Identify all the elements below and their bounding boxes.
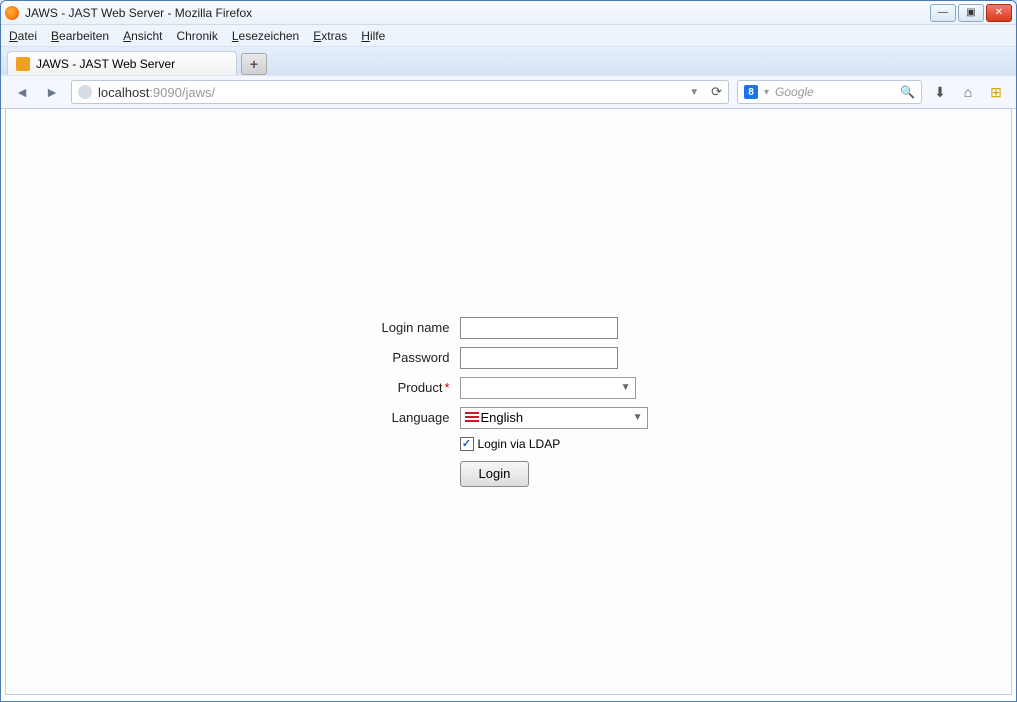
language-label: Language (370, 410, 450, 425)
search-engine-icon[interactable]: 8 (744, 85, 758, 99)
tabstrip: JAWS - JAST Web Server + (1, 47, 1016, 75)
firefox-icon (5, 6, 19, 20)
search-engine-dropdown-icon[interactable]: ▾ (764, 87, 769, 98)
new-tab-button[interactable]: + (241, 53, 267, 75)
search-bar[interactable]: 8 ▾ Google 🔍 (737, 80, 922, 104)
menu-hilfe[interactable]: Hilfe (361, 29, 385, 43)
url-text: localhost:9090/jaws/ (98, 85, 679, 100)
login-button[interactable]: Login (460, 461, 530, 487)
ldap-checkbox[interactable]: ✓ (460, 437, 474, 451)
window-controls: — ▣ ✕ (930, 4, 1012, 22)
chevron-down-icon: ▼ (633, 412, 643, 423)
back-button[interactable]: ◄ (11, 81, 33, 103)
menu-ansicht[interactable]: Ansicht (123, 29, 162, 43)
addon-button[interactable]: ⊞ (986, 82, 1006, 102)
tab-favicon (16, 57, 30, 71)
url-bar[interactable]: localhost:9090/jaws/ ▼ ⟳ (71, 80, 729, 104)
login-name-input[interactable] (460, 317, 618, 339)
password-label: Password (370, 350, 450, 365)
page-content: Login name Password Product* ▼ Language … (5, 109, 1012, 695)
navbar: ◄ ► localhost:9090/jaws/ ▼ ⟳ 8 ▾ Google … (1, 75, 1016, 109)
browser-window: JAWS - JAST Web Server - Mozilla Firefox… (0, 0, 1017, 702)
window-title: JAWS - JAST Web Server - Mozilla Firefox (25, 6, 252, 20)
login-name-label: Login name (370, 320, 450, 335)
menu-bearbeiten[interactable]: Bearbeiten (51, 29, 109, 43)
uk-flag-icon (465, 412, 479, 422)
language-select[interactable]: English ▼ (460, 407, 648, 429)
chevron-down-icon: ▼ (621, 382, 631, 393)
site-identity-icon (78, 85, 92, 99)
tab-title: JAWS - JAST Web Server (36, 57, 175, 71)
password-input[interactable] (460, 347, 618, 369)
downloads-button[interactable]: ⬇ (930, 82, 950, 102)
search-placeholder: Google (775, 85, 894, 99)
minimize-button[interactable]: — (930, 4, 956, 22)
maximize-button[interactable]: ▣ (958, 4, 984, 22)
menu-lesezeichen[interactable]: Lesezeichen (232, 29, 299, 43)
menu-datei[interactable]: Datei (9, 29, 37, 43)
menu-chronik[interactable]: Chronik (176, 29, 217, 43)
close-button[interactable]: ✕ (986, 4, 1012, 22)
home-button[interactable]: ⌂ (958, 82, 978, 102)
product-select[interactable]: ▼ (460, 377, 636, 399)
forward-button[interactable]: ► (41, 81, 63, 103)
url-history-dropdown-icon[interactable]: ▼ (689, 87, 699, 98)
login-form: Login name Password Product* ▼ Language … (370, 317, 648, 487)
search-go-icon[interactable]: 🔍 (900, 85, 915, 99)
menubar: Datei Bearbeiten Ansicht Chronik Lesezei… (1, 25, 1016, 47)
menu-extras[interactable]: Extras (313, 29, 347, 43)
product-label: Product* (370, 380, 450, 395)
tab-active[interactable]: JAWS - JAST Web Server (7, 51, 237, 75)
reload-button[interactable]: ⟳ (711, 84, 722, 100)
titlebar: JAWS - JAST Web Server - Mozilla Firefox… (1, 1, 1016, 25)
ldap-label: Login via LDAP (478, 437, 561, 451)
language-value: English (465, 410, 524, 425)
